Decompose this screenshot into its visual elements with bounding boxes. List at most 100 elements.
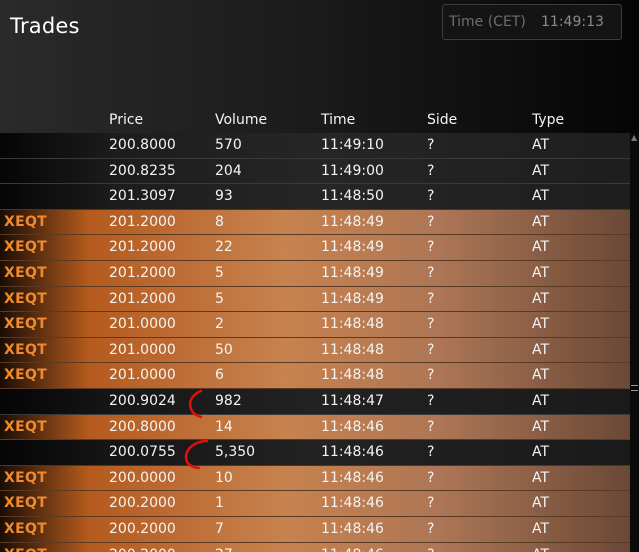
cell-time: 11:48:49 (321, 213, 384, 230)
table-row[interactable]: XEQT 200.2000 7 11:48:46? AT (0, 516, 630, 543)
column-header-time[interactable]: Time (321, 112, 355, 128)
vertical-scrollbar[interactable]: ▲ (630, 133, 639, 552)
table-row[interactable]: XEQT 201.0000 50 11:48:48? AT (0, 337, 630, 364)
cell-side: ? (427, 341, 435, 358)
cell-side: ? (427, 495, 435, 512)
column-header-row: Price Volume Time Side Type (0, 112, 639, 132)
table-row[interactable]: 200.8235 204 11:49:00? AT (0, 158, 630, 185)
cell-volume: 93 (215, 188, 233, 205)
column-header-volume[interactable]: Volume (215, 112, 267, 128)
cell-volume: 1 (215, 495, 224, 512)
cell-side: ? (427, 188, 435, 205)
column-header-side[interactable]: Side (427, 112, 457, 128)
cell-price: 201.2000 (109, 239, 176, 256)
cell-price: 201.0000 (109, 367, 176, 384)
cell-type: AT (532, 137, 550, 153)
table-row[interactable]: XEQT 201.2000 22 11:48:49? AT (0, 235, 630, 261)
table-row[interactable]: 200.9024 982 11:48:47? AT (0, 388, 630, 415)
cell-type: AT (532, 547, 549, 552)
cell-time: 11:49:10 (321, 137, 384, 153)
table-row[interactable]: XEQT 200.2000 1 11:48:46? AT (0, 491, 630, 517)
table-row[interactable]: XEQT 201.0000 6 11:48:48? AT (0, 363, 630, 389)
column-header-type[interactable]: Type (532, 112, 564, 128)
column-header-price[interactable]: Price (109, 112, 143, 128)
header: Trades Time (CET) 11:49:13 (0, 0, 639, 110)
cell-volume: 5 (215, 290, 224, 307)
cell-volume: 6 (215, 367, 224, 384)
cell-time: 11:48:46 (321, 547, 384, 552)
cell-price: 201.0000 (109, 316, 176, 333)
cell-type: AT (532, 367, 550, 384)
cell-price: 200.8235 (109, 162, 176, 179)
cell-price: 200.0000 (109, 469, 176, 486)
cell-price: 200.8000 (109, 418, 176, 435)
trades-table: 200.8000 570 11:49:10? AT 200.8235 204 11:49:0… (0, 133, 630, 552)
cell-price: 200.2000 (109, 547, 176, 552)
table-row[interactable]: XEQT 201.2000 5 11:48:49? AT (0, 286, 630, 313)
cell-source: XEQT (4, 547, 47, 552)
table-row[interactable]: XEQT 200.2000 27 11:48:46? AT (0, 542, 630, 552)
table-row[interactable]: 200.0755 5,350 11:48:46? AT (0, 440, 630, 466)
cell-price: 201.2000 (109, 213, 176, 230)
table-row[interactable]: 200.8000 570 11:49:10? AT (0, 133, 630, 159)
cell-source: XEQT (4, 290, 48, 307)
cell-time: 11:48:49 (321, 290, 384, 307)
cell-type: AT (532, 290, 550, 307)
cell-side: ? (427, 392, 435, 409)
cell-type: AT (532, 495, 550, 512)
cell-source: XEQT (4, 316, 48, 333)
table-row[interactable]: 201.3097 93 11:48:50? AT (0, 184, 630, 210)
cell-source: XEQT (4, 341, 48, 358)
cell-source: XEQT (4, 418, 48, 435)
table-row[interactable]: XEQT 201.2000 5 11:48:49? AT (0, 260, 630, 287)
cell-volume: 2 (215, 316, 224, 333)
cell-side: ? (427, 162, 435, 179)
time-label: Time (CET) (449, 14, 526, 30)
cell-side: ? (427, 316, 435, 333)
cell-source: XEQT (4, 520, 48, 537)
table-row[interactable]: XEQT 201.2000 8 11:48:49? AT (0, 209, 630, 236)
cell-volume: 204 (215, 162, 242, 179)
cell-side: ? (427, 213, 435, 230)
cell-volume: 8 (215, 213, 224, 230)
cell-volume: 5,350 (215, 444, 256, 461)
cell-type: AT (532, 392, 550, 409)
cell-type: AT (532, 444, 550, 461)
cell-time: 11:48:46 (321, 418, 384, 435)
cell-type: AT (532, 188, 550, 205)
table-row[interactable]: XEQT 201.0000 2 11:48:48? AT (0, 312, 630, 338)
page-title: Trades (10, 14, 80, 38)
cell-type: AT (532, 341, 550, 358)
cell-time: 11:48:48 (321, 316, 384, 333)
cell-type: AT (532, 213, 550, 230)
cell-type: AT (532, 239, 550, 256)
cell-side: ? (427, 418, 435, 435)
cell-price: 200.2000 (109, 495, 176, 512)
cell-side: ? (427, 469, 435, 486)
cell-source: XEQT (4, 239, 48, 256)
cell-volume: 7 (215, 520, 224, 537)
cell-side: ? (427, 264, 435, 281)
cell-volume: 10 (215, 469, 233, 486)
cell-source: XEQT (4, 264, 48, 281)
cell-time: 11:48:46 (321, 495, 384, 512)
cell-volume: 570 (215, 137, 242, 153)
cell-time: 11:49:00 (321, 162, 384, 179)
time-display: Time (CET) 11:49:13 (442, 4, 622, 40)
cell-type: AT (532, 264, 550, 281)
cell-type: AT (532, 162, 550, 179)
cell-volume: 982 (215, 392, 242, 409)
time-value: 11:49:13 (541, 14, 604, 30)
arrow-up-icon[interactable]: ▲ (631, 133, 638, 147)
table-row[interactable]: XEQT 200.8000 14 11:48:46? AT (0, 414, 630, 441)
cell-source: XEQT (4, 213, 48, 230)
cell-time: 11:48:48 (321, 341, 384, 358)
cell-time: 11:48:46 (321, 520, 384, 537)
table-row[interactable]: XEQT 200.0000 10 11:48:46? AT (0, 465, 630, 492)
cell-volume: 5 (215, 264, 224, 281)
cell-volume: 14 (215, 418, 233, 435)
cell-volume: 27 (215, 547, 233, 552)
cell-side: ? (427, 547, 434, 552)
grip-icon[interactable] (631, 385, 638, 391)
cell-price: 200.0755 (109, 444, 176, 461)
